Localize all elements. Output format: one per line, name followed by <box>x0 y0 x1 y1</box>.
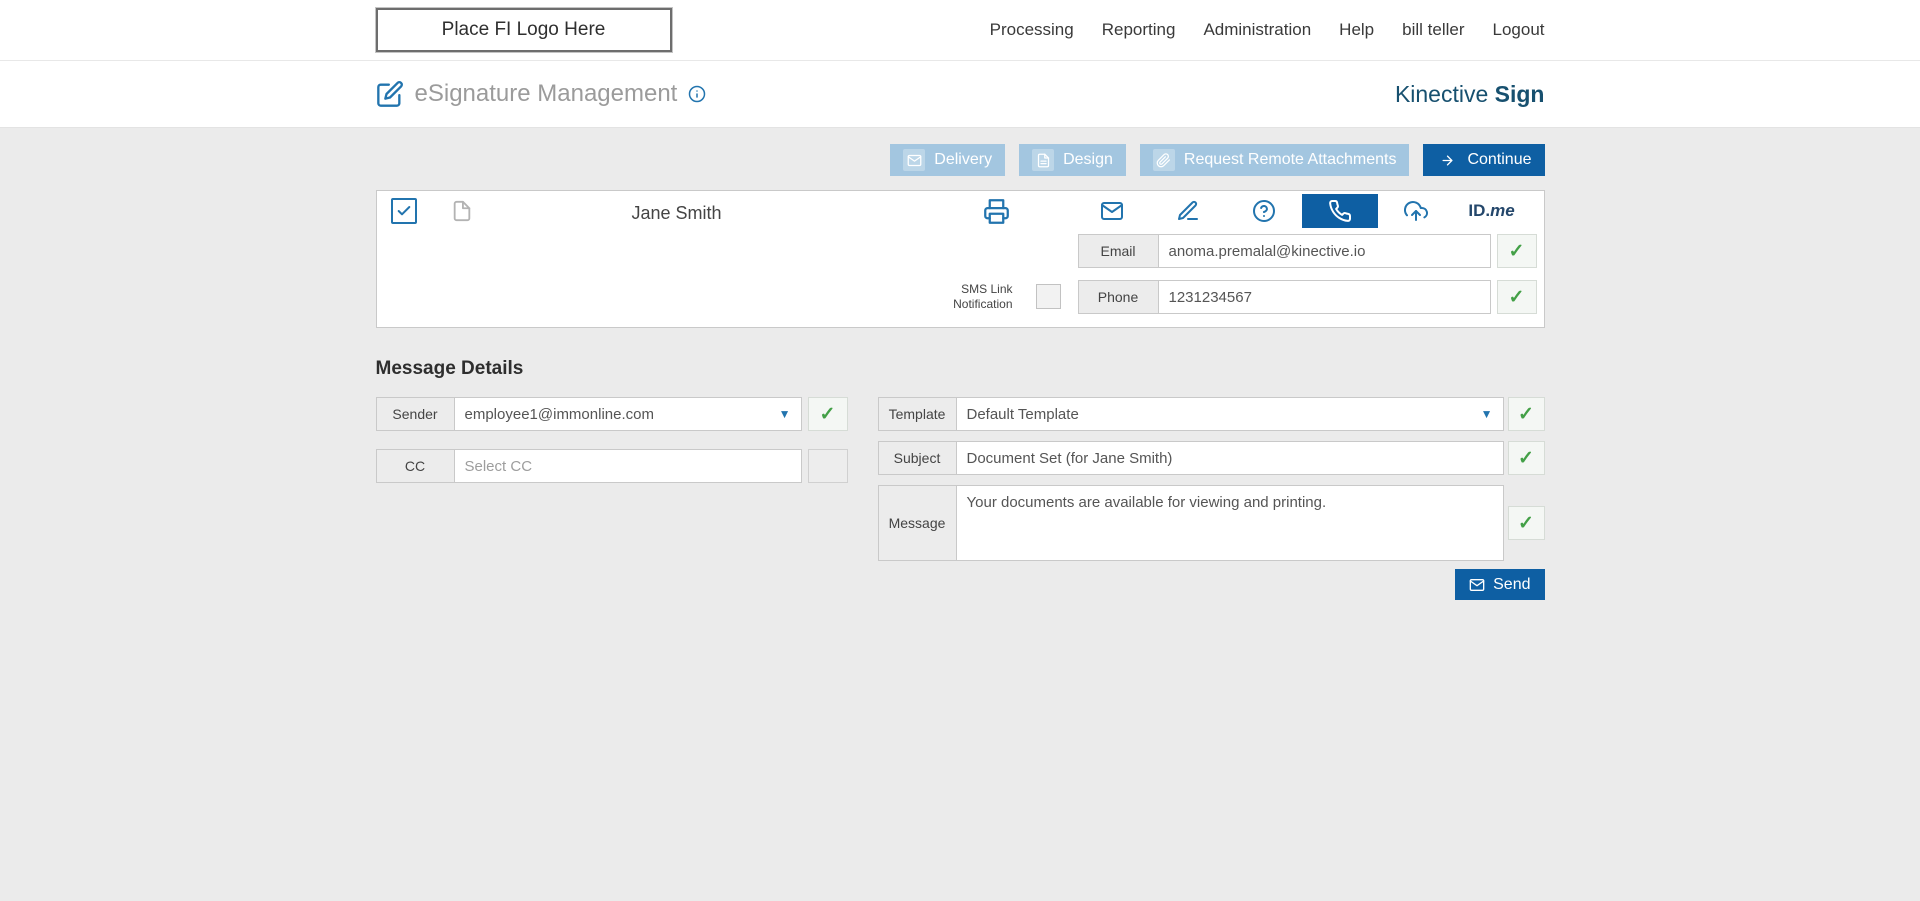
subject-field-group: Subject <box>878 441 1504 475</box>
design-button-label: Design <box>1063 151 1113 169</box>
email-label: Email <box>1079 235 1159 267</box>
subject-input[interactable] <box>957 442 1503 474</box>
nav-item-processing[interactable]: Processing <box>990 20 1074 40</box>
attachments-button-label: Request Remote Attachments <box>1184 151 1397 169</box>
delivery-button-label: Delivery <box>934 151 992 169</box>
email-method-button[interactable] <box>1074 194 1150 228</box>
idme-method-button[interactable]: ID.me <box>1454 194 1530 228</box>
nav-item-reporting[interactable]: Reporting <box>1102 20 1176 40</box>
recipient-checkbox[interactable] <box>391 198 417 224</box>
sender-field-group: Sender employee1@immonline.com ▼ <box>376 397 802 431</box>
check-icon <box>396 203 412 219</box>
sender-selected-value: employee1@immonline.com <box>465 406 654 423</box>
continue-button[interactable]: Continue <box>1423 144 1544 176</box>
page-title: eSignature Management <box>415 80 678 108</box>
sender-valid-indicator: ✓ <box>808 397 848 431</box>
brand-name: Kinective <box>1395 81 1488 107</box>
phone-valid-indicator: ✓ <box>1497 280 1537 314</box>
sender-label: Sender <box>377 398 455 430</box>
printer-icon[interactable] <box>983 198 1010 225</box>
top-bar: Place FI Logo Here Processing Reporting … <box>0 0 1920 61</box>
envelope-icon <box>1100 199 1124 223</box>
phone-method-button[interactable] <box>1302 194 1378 228</box>
nav-item-username[interactable]: bill teller <box>1402 20 1464 40</box>
send-envelope-icon <box>1469 577 1485 593</box>
paperclip-icon <box>1153 149 1175 171</box>
question-circle-icon <box>1252 199 1276 223</box>
fi-logo-placeholder: Place FI Logo Here <box>376 8 672 52</box>
nav-item-administration[interactable]: Administration <box>1203 20 1311 40</box>
document-icon <box>1032 149 1054 171</box>
idme-logo: ID.me <box>1468 201 1514 221</box>
phone-label: Phone <box>1079 281 1159 313</box>
template-field-group: Template Default Template ▼ <box>878 397 1504 431</box>
cc-status-indicator <box>808 449 848 483</box>
subject-label: Subject <box>879 442 957 474</box>
message-field-group: Message Your documents are available for… <box>878 485 1504 561</box>
sub-header: eSignature Management Kinective Sign <box>0 61 1920 128</box>
document-count-icon <box>451 200 473 222</box>
esign-method-button[interactable] <box>1150 194 1226 228</box>
top-nav: Processing Reporting Administration Help… <box>990 20 1545 40</box>
message-details-heading: Message Details <box>376 358 1545 380</box>
message-valid-indicator: ✓ <box>1508 506 1545 540</box>
phone-field-group: Phone <box>1078 280 1491 314</box>
content-area: Delivery Design Request Remote Attach <box>0 128 1920 901</box>
request-remote-attachments-button[interactable]: Request Remote Attachments <box>1140 144 1410 176</box>
step-toolbar: Delivery Design Request Remote Attach <box>376 144 1545 176</box>
recipient-name: Jane Smith <box>577 203 777 224</box>
continue-button-label: Continue <box>1467 151 1531 169</box>
delivery-method-row: ID.me <box>1074 194 1530 228</box>
recipient-card: Jane Smith <box>376 190 1545 328</box>
envelope-icon <box>903 149 925 171</box>
email-field-group: Email <box>1078 234 1491 268</box>
chevron-down-icon: ▼ <box>779 407 791 421</box>
cc-field-group: CC <box>376 449 802 483</box>
chevron-down-icon: ▼ <box>1481 407 1493 421</box>
nav-item-help[interactable]: Help <box>1339 20 1374 40</box>
design-button[interactable]: Design <box>1019 144 1126 176</box>
email-valid-indicator: ✓ <box>1497 234 1537 268</box>
template-dropdown[interactable]: Default Template ▼ <box>957 398 1503 430</box>
esignature-icon <box>376 80 404 108</box>
phone-input[interactable] <box>1159 281 1490 313</box>
message-textarea[interactable]: Your documents are available for viewing… <box>957 486 1503 560</box>
send-button[interactable]: Send <box>1455 569 1544 600</box>
upload-cloud-icon <box>1404 199 1428 223</box>
sms-link-notification-checkbox[interactable] <box>1036 284 1061 309</box>
sender-dropdown[interactable]: employee1@immonline.com ▼ <box>455 398 801 430</box>
nav-item-logout[interactable]: Logout <box>1493 20 1545 40</box>
delivery-button[interactable]: Delivery <box>890 144 1005 176</box>
template-selected-value: Default Template <box>967 406 1079 423</box>
remote-cloud-method-button[interactable] <box>1378 194 1454 228</box>
template-label: Template <box>879 398 957 430</box>
phone-icon <box>1328 199 1352 223</box>
brand-logo: Kinective Sign <box>1395 81 1545 108</box>
message-label: Message <box>879 486 957 560</box>
email-input[interactable] <box>1159 235 1490 267</box>
cc-label: CC <box>377 450 455 482</box>
send-button-label: Send <box>1493 576 1530 594</box>
info-icon[interactable] <box>688 85 706 103</box>
cc-input[interactable] <box>455 450 801 482</box>
subject-valid-indicator: ✓ <box>1508 441 1545 475</box>
signature-pen-icon <box>1176 199 1200 223</box>
sms-link-notification-label: SMS Link Notification <box>897 280 1013 314</box>
arrow-right-icon <box>1436 149 1458 171</box>
template-valid-indicator: ✓ <box>1508 397 1545 431</box>
brand-suffix: Sign <box>1495 81 1545 107</box>
message-details-section: Sender employee1@immonline.com ▼ ✓ CC <box>376 397 1545 600</box>
kba-method-button[interactable] <box>1226 194 1302 228</box>
